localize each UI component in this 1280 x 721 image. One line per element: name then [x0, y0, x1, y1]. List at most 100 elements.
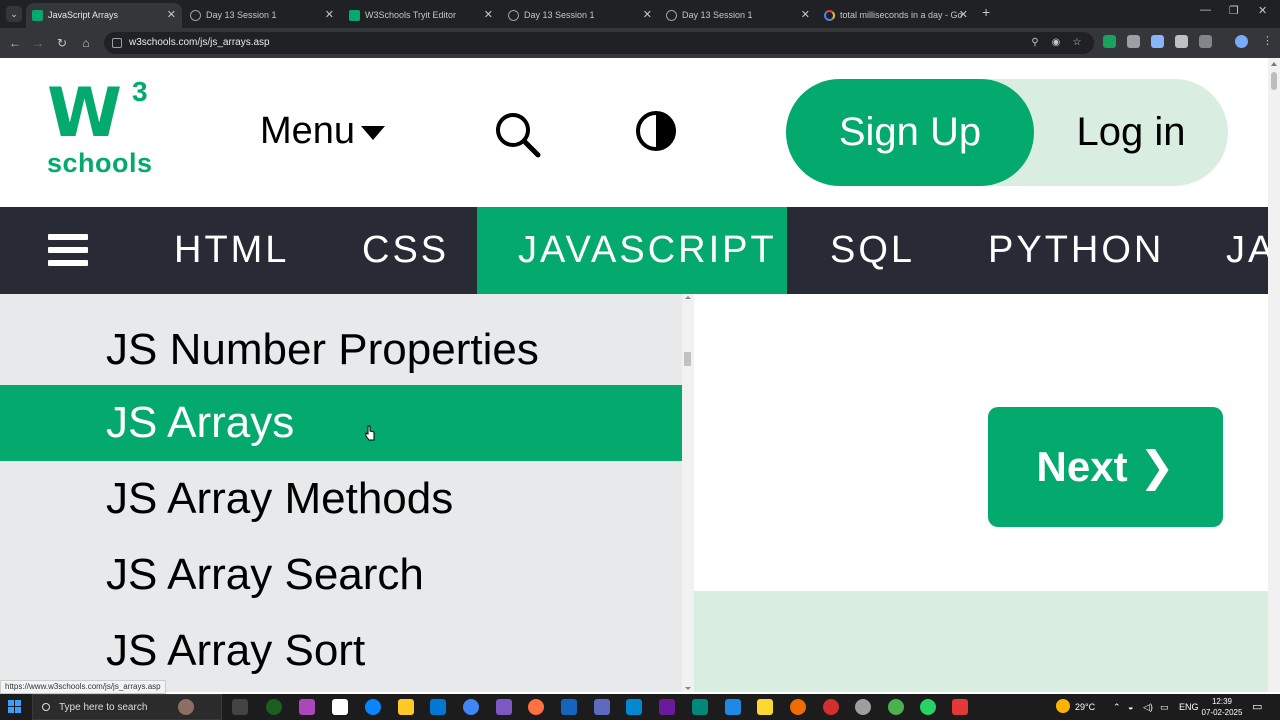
minimize-icon[interactable]: —	[1200, 4, 1211, 16]
system-clock[interactable]: 12:39 07-02-2025	[1200, 696, 1244, 718]
nav-item-javascript[interactable]: JAVASCRIPT	[477, 207, 787, 294]
close-tab-icon[interactable]: ✕	[167, 3, 176, 28]
reload-icon[interactable]: ↻	[54, 35, 70, 51]
weather-icon[interactable]	[1056, 699, 1070, 713]
app-icon[interactable]	[594, 699, 610, 715]
extension-icon[interactable]	[1151, 35, 1164, 48]
tab-day13-session1[interactable]: Day 13 Session 1 ✕	[184, 3, 340, 28]
scrollbar-thumb[interactable]	[1271, 72, 1277, 90]
sidebar-item-js-arrays[interactable]: JS Arrays	[0, 385, 682, 461]
tab-search-icon[interactable]: ⌄	[6, 6, 22, 22]
page-scrollbar[interactable]	[1268, 58, 1280, 692]
close-tab-icon[interactable]: ✕	[801, 3, 810, 28]
home-icon[interactable]: ⌂	[78, 35, 94, 51]
app-icon[interactable]	[692, 699, 708, 715]
address-bar[interactable]: w3schools.com/js/js_arrays.asp ⚲ ◉ ☆	[104, 32, 1094, 54]
next-button[interactable]: Next ❯	[988, 407, 1223, 527]
grammarly-extension-icon[interactable]	[1103, 35, 1116, 48]
close-tab-icon[interactable]: ✕	[484, 3, 493, 28]
scroll-up-arrow-icon[interactable]	[1271, 62, 1277, 66]
tab-tryit-editor[interactable]: W3Schools Tryit Editor ✕	[343, 3, 499, 28]
app-icon[interactable]	[725, 699, 741, 715]
back-arrow-icon[interactable]: ←	[7, 35, 23, 51]
app-icon[interactable]	[496, 699, 512, 715]
language-indicator[interactable]: ENG	[1179, 694, 1199, 720]
app-icon[interactable]	[790, 699, 806, 715]
scroll-down-arrow-icon[interactable]	[685, 687, 691, 690]
outlook-icon[interactable]	[430, 699, 446, 715]
sign-up-button[interactable]: Sign Up	[786, 79, 1034, 186]
forward-arrow-icon[interactable]: →	[30, 35, 46, 51]
close-window-icon[interactable]: ✕	[1258, 4, 1267, 17]
extension-icon[interactable]	[1175, 35, 1188, 48]
nav-item-css[interactable]: CSS	[362, 207, 449, 294]
nav-item-sql[interactable]: SQL	[830, 207, 915, 294]
sidebar-item-js-array-search[interactable]: JS Array Search	[0, 537, 682, 613]
menu-button[interactable]: Menu	[260, 110, 386, 153]
extension-icon[interactable]	[1127, 35, 1140, 48]
whatsapp-icon[interactable]	[920, 699, 936, 715]
eye-off-icon[interactable]: ◉	[1049, 36, 1063, 50]
search-icon[interactable]	[493, 110, 541, 158]
dark-mode-contrast-icon[interactable]	[635, 110, 677, 152]
file-explorer-icon[interactable]	[398, 699, 414, 715]
weather-temperature[interactable]: 29°C	[1075, 694, 1095, 720]
nav-item-html[interactable]: HTML	[174, 207, 289, 294]
more-options-icon[interactable]: ⋮	[1262, 35, 1275, 48]
app-icon[interactable]	[266, 699, 282, 715]
close-tab-icon[interactable]: ✕	[643, 3, 652, 28]
sidebar-scrollbar[interactable]	[682, 294, 694, 692]
tab-title: Day 13 Session 1	[206, 10, 277, 20]
copilot-icon[interactable]	[299, 699, 315, 715]
opera-icon[interactable]	[823, 699, 839, 715]
search-highlight-icon[interactable]	[178, 699, 194, 715]
sidebar-item-js-number-properties[interactable]: JS Number Properties	[0, 312, 682, 388]
scrollbar-thumb[interactable]	[684, 352, 691, 366]
notes-icon[interactable]	[757, 699, 773, 715]
task-view-icon[interactable]	[232, 699, 248, 715]
chrome-icon[interactable]	[463, 699, 479, 715]
tab-day13-session1-c[interactable]: Day 13 Session 1 ✕	[660, 3, 816, 28]
tab-javascript-arrays[interactable]: JavaScript Arrays ✕	[26, 3, 182, 28]
nav-item-java[interactable]: JA	[1226, 207, 1268, 294]
log-in-button[interactable]: Log in	[1034, 79, 1228, 186]
sidebar-item-js-array-methods[interactable]: JS Array Methods	[0, 461, 682, 537]
vscode-icon[interactable]	[626, 699, 642, 715]
caret-down-icon	[361, 125, 386, 140]
tab-google-search[interactable]: total milliseconds in a day - Go ✕	[818, 3, 974, 28]
notifications-icon[interactable]: ▭	[1252, 694, 1262, 720]
profile-avatar-icon[interactable]	[1235, 35, 1248, 48]
bookmark-star-icon[interactable]: ☆	[1070, 36, 1084, 50]
tab-day13-session1-b[interactable]: Day 13 Session 1 ✕	[502, 3, 658, 28]
nav-item-python[interactable]: PYTHON	[988, 207, 1164, 294]
chrome-icon[interactable]	[888, 699, 904, 715]
powershell-icon[interactable]	[561, 699, 577, 715]
restore-icon[interactable]: ❐	[1229, 4, 1239, 17]
browser-toolbar: ← → ↻ ⌂ w3schools.com/js/js_arrays.asp ⚲…	[0, 28, 1280, 58]
menu-label: Menu	[260, 110, 356, 152]
tray-chevron-up-icon[interactable]: ⌃	[1113, 694, 1121, 720]
screen-recorder-icon[interactable]	[952, 699, 968, 715]
new-tab-button[interactable]: +	[982, 4, 990, 20]
visual-studio-icon[interactable]	[659, 699, 675, 715]
auth-pill: Sign Up Log in	[786, 79, 1228, 186]
logo-schools: schools	[47, 148, 153, 178]
sidebar-item-js-array-sort[interactable]: JS Array Sort	[0, 613, 682, 689]
hamburger-menu-icon[interactable]	[48, 234, 88, 268]
close-tab-icon[interactable]: ✕	[325, 3, 334, 28]
w3schools-logo[interactable]: W 3 schools	[47, 76, 157, 183]
firefox-icon[interactable]	[528, 699, 544, 715]
close-tab-icon[interactable]: ✕	[959, 3, 968, 28]
tab-title: Day 13 Session 1	[524, 10, 595, 20]
store-icon[interactable]	[332, 699, 348, 715]
extensions-puzzle-icon[interactable]	[1199, 35, 1212, 48]
network-icon[interactable]: ◒	[1128, 694, 1133, 720]
site-info-icon[interactable]	[112, 38, 122, 48]
scroll-up-arrow-icon[interactable]	[685, 296, 691, 299]
battery-icon[interactable]: ▭	[1160, 694, 1169, 720]
windows-start-icon[interactable]	[8, 700, 22, 714]
zoom-icon[interactable]: ⚲	[1028, 36, 1042, 50]
volume-icon[interactable]: ◁)	[1143, 694, 1153, 720]
edge-icon[interactable]	[365, 699, 381, 715]
app-icon[interactable]	[855, 699, 871, 715]
